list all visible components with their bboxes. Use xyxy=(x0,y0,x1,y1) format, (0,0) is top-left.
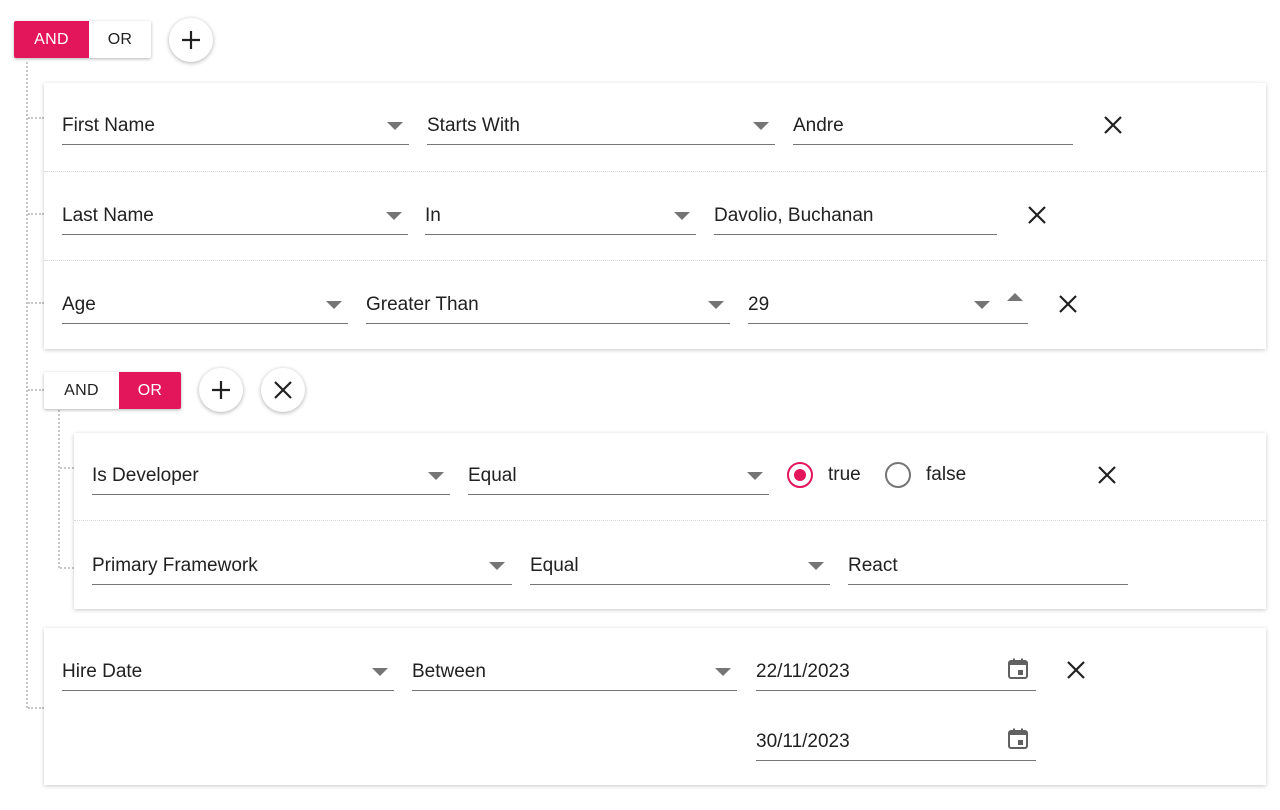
caret-down-icon xyxy=(715,668,731,676)
nested-connector-vertical xyxy=(58,410,60,568)
close-icon[interactable] xyxy=(1094,462,1120,488)
root-connector-branch xyxy=(28,302,44,304)
rule-operator-dropdown[interactable]: Starts With xyxy=(427,113,775,145)
nested-condition-toggle: AND OR xyxy=(44,372,181,409)
start-date-value: 22/11/2023 xyxy=(756,661,850,682)
operator-name: In xyxy=(425,205,441,226)
rule-value-numeric[interactable]: 29 xyxy=(748,292,1028,324)
operator-name: Between xyxy=(412,661,486,682)
false-radio-label[interactable]: false xyxy=(926,462,966,488)
caret-down-icon xyxy=(747,472,763,480)
caret-down-icon xyxy=(387,122,403,130)
rule-field-dropdown[interactable]: Primary Framework xyxy=(92,553,512,585)
nested-connector-branch xyxy=(60,567,74,569)
rule-field-dropdown[interactable]: Last Name xyxy=(62,203,408,235)
rule-separator xyxy=(44,260,1266,261)
close-icon[interactable] xyxy=(1100,112,1126,138)
nested-add-button[interactable] xyxy=(199,368,243,412)
nested-delete-group-button[interactable] xyxy=(261,368,305,412)
rule-value: 29 xyxy=(748,294,770,315)
field-name: First Name xyxy=(62,115,155,136)
rule-separator xyxy=(74,520,1266,521)
caret-down-icon xyxy=(372,668,388,676)
field-name: Last Name xyxy=(62,205,154,226)
root-connector-branch xyxy=(28,117,44,119)
rule-operator-dropdown[interactable]: Equal xyxy=(468,463,769,495)
rule-field-dropdown[interactable]: Is Developer xyxy=(92,463,450,495)
root-connector-branch xyxy=(28,389,44,391)
rule-value: Andre xyxy=(793,115,844,136)
rule-field-dropdown[interactable]: Hire Date xyxy=(62,659,394,691)
rule-operator-dropdown[interactable]: Between xyxy=(412,659,737,691)
spin-down-icon[interactable] xyxy=(974,301,990,309)
operator-name: Greater Than xyxy=(366,294,479,315)
true-radio-label[interactable]: true xyxy=(828,462,861,488)
end-date-picker[interactable]: 30/11/2023 xyxy=(756,727,1036,761)
nested-and-button[interactable]: AND xyxy=(44,372,119,409)
caret-down-icon xyxy=(674,212,690,220)
root-condition-toggle: AND OR xyxy=(14,21,151,58)
calendar-icon[interactable] xyxy=(1006,727,1030,751)
rule-operator-dropdown[interactable]: Greater Than xyxy=(366,292,730,324)
rule-value-input[interactable]: Andre xyxy=(793,113,1073,145)
rule-value: Davolio, Buchanan xyxy=(714,205,874,226)
caret-down-icon xyxy=(428,472,444,480)
root-connector-vertical xyxy=(26,62,28,708)
rule-value: React xyxy=(848,555,898,576)
close-icon xyxy=(274,381,292,399)
nested-or-button[interactable]: OR xyxy=(119,372,181,409)
root-connector-branch xyxy=(28,707,44,709)
false-radio[interactable] xyxy=(885,462,911,488)
start-date-picker[interactable]: 22/11/2023 xyxy=(756,657,1036,691)
field-name: Age xyxy=(62,294,96,315)
rule-operator-dropdown[interactable]: Equal xyxy=(530,553,830,585)
caret-down-icon xyxy=(489,562,505,570)
rule-value-input[interactable]: Davolio, Buchanan xyxy=(714,203,997,235)
caret-down-icon xyxy=(326,301,342,309)
calendar-icon[interactable] xyxy=(1006,657,1030,681)
operator-name: Starts With xyxy=(427,115,520,136)
nested-connector-branch xyxy=(60,467,74,469)
rule-value-input[interactable]: React xyxy=(848,553,1128,585)
field-name: Hire Date xyxy=(62,661,143,682)
plus-icon xyxy=(212,381,230,399)
root-add-button[interactable] xyxy=(169,18,213,62)
root-and-button[interactable]: AND xyxy=(14,21,89,58)
caret-down-icon xyxy=(753,122,769,130)
close-icon[interactable] xyxy=(1055,291,1081,317)
rule-field-dropdown[interactable]: Age xyxy=(62,292,348,324)
operator-name: Equal xyxy=(468,465,517,486)
root-connector-branch xyxy=(28,213,44,215)
spin-up-icon[interactable] xyxy=(1007,293,1023,301)
rule-separator xyxy=(44,171,1266,172)
root-or-button[interactable]: OR xyxy=(89,21,151,58)
end-date-value: 30/11/2023 xyxy=(756,731,850,752)
caret-down-icon xyxy=(808,562,824,570)
date-rule-card xyxy=(44,628,1266,785)
true-radio[interactable] xyxy=(787,462,813,488)
close-icon[interactable] xyxy=(1063,657,1089,683)
operator-name: Equal xyxy=(530,555,579,576)
plus-icon xyxy=(182,31,200,49)
caret-down-icon xyxy=(386,212,402,220)
rule-field-dropdown[interactable]: First Name xyxy=(62,113,409,145)
field-name: Is Developer xyxy=(92,465,199,486)
close-icon[interactable] xyxy=(1024,202,1050,228)
field-name: Primary Framework xyxy=(92,555,258,576)
rule-operator-dropdown[interactable]: In xyxy=(425,203,696,235)
caret-down-icon xyxy=(708,301,724,309)
